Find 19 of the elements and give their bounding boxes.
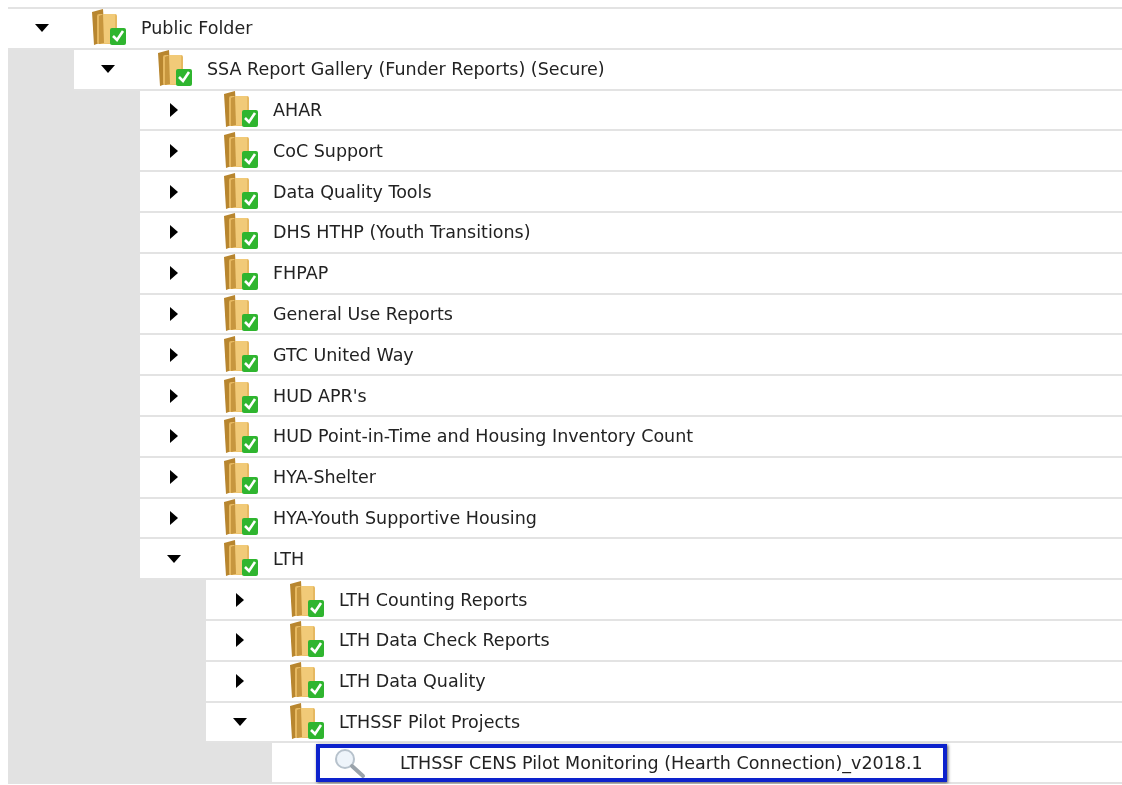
tree-item-label[interactable]: General Use Reports (273, 303, 453, 324)
tree-item-label[interactable]: LTH Data Check Reports (339, 630, 550, 651)
tree-item-label[interactable]: GTC United Way (273, 344, 414, 365)
tree-item-label[interactable]: DHS HTHP (Youth Transitions) (273, 222, 531, 243)
tree-item-label[interactable]: LTH Counting Reports (339, 589, 528, 610)
tree-item-label[interactable]: CoC Support (273, 140, 383, 161)
tree-item-label[interactable]: Data Quality Tools (273, 181, 432, 202)
tree-item-label[interactable]: HYA-Shelter (273, 467, 377, 488)
tree-item-label[interactable]: SSA Report Gallery (Funder Reports) (Secure) (207, 59, 605, 80)
tree-item-label[interactable]: LTH (273, 548, 305, 569)
magnifier-icon (332, 746, 368, 779)
tree-item-label[interactable]: LTH Data Quality (339, 671, 486, 692)
tree-item-label[interactable]: HYA-Youth Supportive Housing (273, 507, 537, 528)
tree-item-label[interactable]: HUD APR's (273, 385, 367, 406)
tree-item-label[interactable]: AHAR (273, 100, 323, 120)
tree-item-label[interactable]: LTHSSF Pilot Projects (339, 711, 521, 732)
tree-item-label[interactable]: FHPAP (273, 263, 329, 284)
tree-item-label[interactable]: Public Folder (141, 18, 253, 39)
report-item[interactable]: LTHSSF CENS Pilot Monitoring (Hearth Connection)_v2018.1 (316, 743, 947, 782)
